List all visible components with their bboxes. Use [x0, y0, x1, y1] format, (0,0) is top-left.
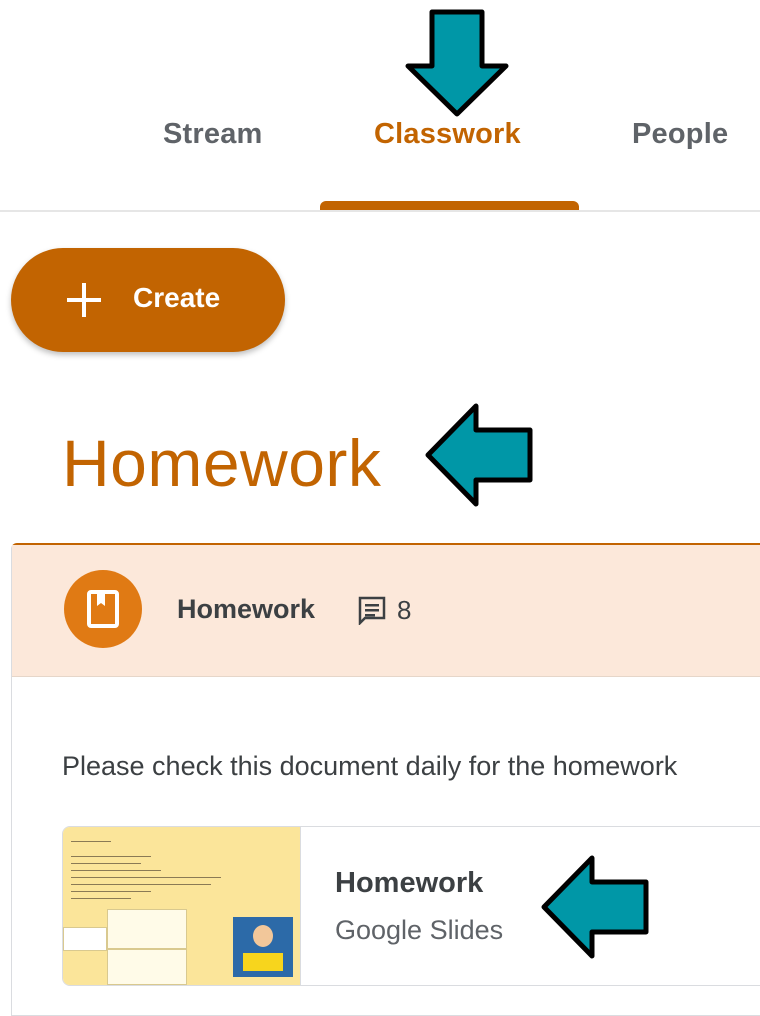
create-label: Create — [133, 282, 221, 313]
attachment-title: Homework — [335, 867, 484, 899]
assignment-description: Please check this document daily for the… — [62, 751, 678, 781]
pointer-arrow-icon — [425, 403, 533, 507]
tab-classwork[interactable]: Classwork — [374, 118, 521, 151]
attachment-type: Google Slides — [335, 915, 504, 945]
pointer-arrow-icon — [405, 9, 509, 117]
pointer-arrow-icon — [541, 855, 649, 959]
tab-divider — [0, 210, 760, 212]
create-button[interactable]: Create — [11, 248, 285, 352]
assignment-title[interactable]: Homework — [177, 594, 315, 625]
character-image — [233, 917, 293, 977]
tab-stream[interactable]: Stream — [163, 118, 263, 151]
plus-icon — [67, 283, 101, 317]
comment-count: 8 — [397, 595, 412, 625]
topic-title: Homework — [62, 426, 382, 500]
tab-people[interactable]: People — [632, 118, 728, 151]
slides-thumbnail — [63, 827, 301, 985]
book-icon — [87, 590, 119, 628]
assignment-icon — [64, 570, 142, 648]
comment-icon — [358, 596, 386, 625]
attachment-card[interactable]: Homework Google Slides — [62, 826, 760, 986]
